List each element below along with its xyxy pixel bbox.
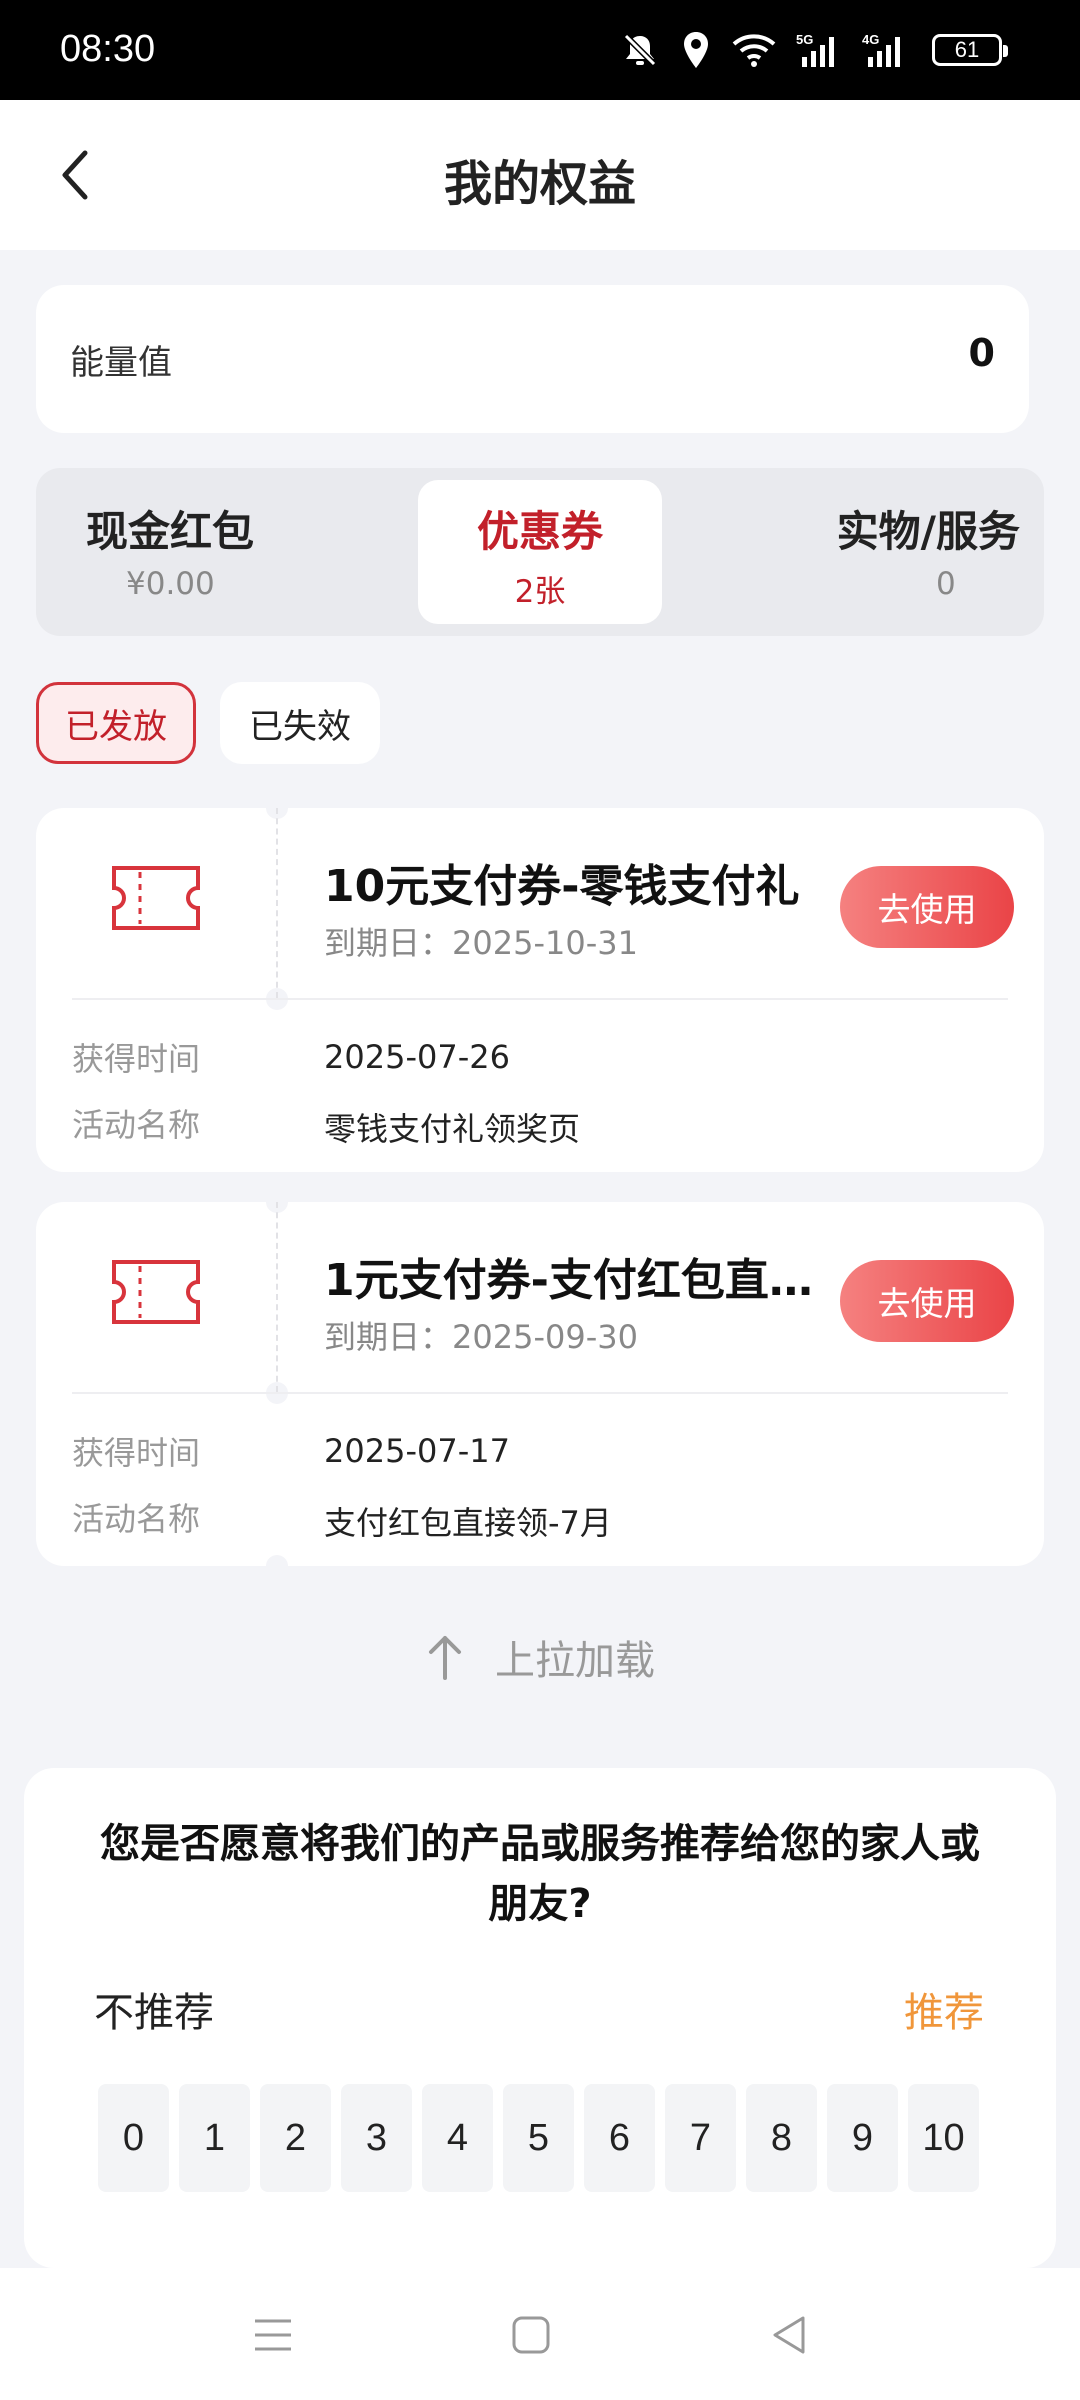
header: 我的权益 <box>0 100 1080 250</box>
energy-label: 能量值 <box>70 343 172 383</box>
coupon-title: 1元支付券-支付红包直接领-7月 <box>324 1255 844 1306</box>
system-back-button[interactable] <box>754 2300 824 2370</box>
score-button-2[interactable]: 2 <box>260 2084 331 2192</box>
score-button-1[interactable]: 1 <box>179 2084 250 2192</box>
signal-4g-icon: 4G <box>862 31 912 69</box>
home-button[interactable] <box>496 2300 566 2370</box>
survey-low-label: 不推荐 <box>94 1990 214 2036</box>
score-button-9[interactable]: 9 <box>827 2084 898 2192</box>
arrow-up-icon <box>429 1636 461 1680</box>
tab-coupon[interactable]: 优惠券 2张 <box>418 480 662 624</box>
activity-name-value: 支付红包直接领-7月 <box>324 1504 612 1542</box>
tab-name: 实物/服务 <box>836 507 1020 556</box>
score-button-7[interactable]: 7 <box>665 2084 736 2192</box>
filter-issued[interactable]: 已发放 <box>36 682 196 764</box>
tab-count: 0 <box>936 566 956 602</box>
score-button-5[interactable]: 5 <box>503 2084 574 2192</box>
mute-icon <box>620 30 660 70</box>
coupon-title: 10元支付券-零钱支付礼 <box>324 861 800 912</box>
score-button-4[interactable]: 4 <box>422 2084 493 2192</box>
svg-text:4G: 4G <box>862 32 879 47</box>
survey-high-label: 推荐 <box>904 1990 984 2036</box>
status-bar: 08:30 5G 4G 61 <box>0 0 1080 100</box>
energy-card[interactable]: 能量值 0 <box>36 285 1029 433</box>
battery-level: 61 <box>954 37 980 62</box>
tab-name: 优惠券 <box>476 507 603 556</box>
coupon-expiry: 到期日：2025-09-30 <box>324 1318 638 1356</box>
activity-name-label: 活动名称 <box>72 1500 201 1538</box>
page-title: 我的权益 <box>443 156 636 212</box>
coupon-card: 1元支付券-支付红包直接领-7月 到期日：2025-09-30 去使用 获得时间… <box>36 1191 1044 1577</box>
obtained-time-label: 获得时间 <box>72 1040 201 1078</box>
use-coupon-button[interactable]: 去使用 <box>840 1260 1014 1342</box>
recent-apps-button[interactable] <box>238 2300 308 2370</box>
svg-text:5G: 5G <box>796 32 813 47</box>
battery-icon: 61 <box>932 34 1008 66</box>
ticket-icon <box>110 862 202 938</box>
score-options: 0 1 2 3 4 5 6 7 8 9 10 <box>98 2084 979 2192</box>
system-navigation-bar <box>0 2268 1080 2400</box>
recommend-survey-card: 您是否愿意将我们的产品或服务推荐给您的家人或朋友? 不推荐 推荐 0 1 2 3… <box>24 1768 1056 2268</box>
benefit-type-tabs: 现金红包 ¥0.00 优惠券 2张 实物/服务 0 <box>36 468 1044 636</box>
score-button-10[interactable]: 10 <box>908 2084 979 2192</box>
activity-name-label: 活动名称 <box>72 1106 201 1144</box>
pull-up-load-more: 上拉加载 <box>0 1628 1080 1686</box>
use-coupon-button[interactable]: 去使用 <box>840 866 1014 948</box>
obtained-time-label: 获得时间 <box>72 1434 201 1472</box>
energy-value: 0 <box>968 331 995 375</box>
activity-name-value: 零钱支付礼领奖页 <box>324 1110 581 1148</box>
coupon-card: 10元支付券-零钱支付礼 到期日：2025-10-31 去使用 获得时间 202… <box>36 797 1044 1172</box>
score-button-3[interactable]: 3 <box>341 2084 412 2192</box>
status-time: 08:30 <box>60 28 156 70</box>
score-button-8[interactable]: 8 <box>746 2084 817 2192</box>
survey-question: 您是否愿意将我们的产品或服务推荐给您的家人或朋友? <box>100 1821 980 1927</box>
filter-expired[interactable]: 已失效 <box>220 682 380 764</box>
tab-name: 现金红包 <box>86 507 255 556</box>
wifi-icon <box>732 32 776 68</box>
home-square-icon <box>512 2316 550 2354</box>
menu-icon <box>255 2319 291 2351</box>
score-button-6[interactable]: 6 <box>584 2084 655 2192</box>
tab-goods-service[interactable]: 实物/服务 0 <box>816 468 1044 636</box>
tab-cash-red-packet[interactable]: 现金红包 ¥0.00 <box>86 468 316 636</box>
tab-count: 2张 <box>514 574 566 610</box>
status-icons: 5G 4G 61 <box>620 30 1008 70</box>
signal-5g-icon: 5G <box>796 31 842 69</box>
tab-count: ¥0.00 <box>126 566 215 602</box>
score-button-0[interactable]: 0 <box>98 2084 169 2192</box>
location-icon <box>680 30 712 70</box>
coupon-expiry: 到期日：2025-10-31 <box>324 924 638 962</box>
obtained-time-value: 2025-07-17 <box>324 1432 510 1470</box>
ticket-icon <box>110 1256 202 1332</box>
obtained-time-value: 2025-07-26 <box>324 1038 510 1076</box>
load-more-text: 上拉加载 <box>495 1638 655 1684</box>
back-triangle-icon <box>773 2316 805 2354</box>
